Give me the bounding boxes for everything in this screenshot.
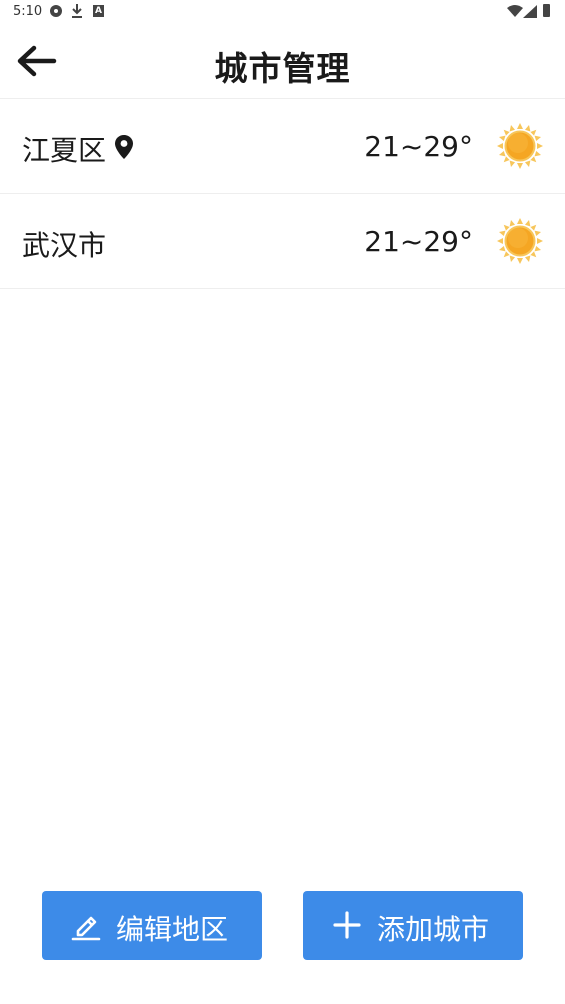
location-pin-icon (115, 135, 133, 159)
temperature-range: 21~29° (364, 225, 473, 258)
download-icon (71, 3, 83, 23)
wifi-icon (507, 5, 523, 21)
edit-region-button[interactable]: 编辑地区 (42, 891, 262, 960)
sun-icon (497, 218, 543, 264)
app-header: 城市管理 (0, 24, 565, 98)
page-title: 城市管理 (214, 49, 351, 88)
settings-status-icon (50, 5, 62, 17)
status-bar: 5:10 A (0, 0, 565, 24)
signal-icon (523, 5, 537, 22)
city-row[interactable]: 武汉市 21~29° (0, 194, 565, 289)
sun-icon (497, 123, 543, 169)
city-name: 江夏区 (22, 134, 107, 167)
city-row[interactable]: 江夏区 21~29° (0, 99, 565, 194)
temperature-range: 21~29° (364, 130, 473, 163)
city-list: 江夏区 21~29° 武汉市 21~29° (0, 98, 565, 289)
add-city-button[interactable]: 添加城市 (303, 891, 523, 960)
accessibility-icon: A (93, 5, 104, 17)
add-city-label: 添加城市 (377, 913, 490, 946)
status-time: 5:10 (13, 4, 43, 19)
edit-region-label: 编辑地区 (116, 913, 229, 946)
pencil-icon (71, 916, 101, 941)
battery-icon (543, 4, 550, 17)
plus-icon (333, 911, 361, 939)
city-management-screen: 5:10 A 城市管理 江夏区 21~29° 武汉市 21~29° 编辑地区 添… (0, 0, 565, 1004)
city-name: 武汉市 (22, 229, 107, 262)
